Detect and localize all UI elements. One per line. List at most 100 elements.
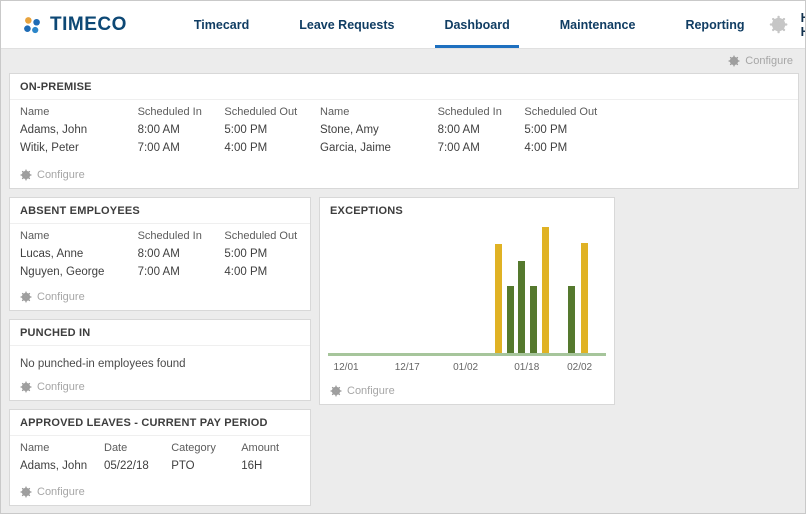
configure-link[interactable]: Configure [20,169,85,181]
scheduled-in-value: 7:00 AM [137,266,180,278]
configure-link[interactable]: Configure [20,486,85,498]
configure-link[interactable]: Configure [20,291,85,303]
employee-name-link[interactable]: Lucas, Anne [20,245,138,263]
table-row: Lucas, Anne 8:00 AM 5:00 PM [10,245,310,263]
panel-on-premise: ON-PREMISE Name Scheduled In Scheduled O… [9,73,799,189]
axis-tick-label: 01/02 [453,362,479,373]
scheduled-in-value: 7:00 AM [437,142,480,154]
scheduled-out-value: 4:00 PM [224,266,268,278]
panel-title: ON-PREMISE [10,74,798,100]
gear-icon [20,381,32,393]
exception-bar [580,242,588,353]
panel-title: ABSENT EMPLOYEES [10,198,310,224]
table-row: Witik, Peter 7:00 AM 4:00 PM [10,139,310,157]
axis-tick-label: 12/17 [394,362,420,373]
exception-bar [542,227,550,353]
employee-name-link[interactable]: Witik, Peter [20,139,138,157]
brand-logo[interactable]: TIMECO [21,14,127,36]
user-menu[interactable]: Hannah HR [801,11,805,39]
panel-title: APPROVED LEAVES - CURRENT PAY PERIOD [10,410,310,436]
employee-name-link[interactable]: Adams, John [20,121,138,139]
on-premise-left-group: Name Scheduled In Scheduled Out Adams, J… [10,100,310,157]
col-name: Name [20,442,50,454]
col-scheduled-in: Scheduled In [137,230,202,242]
col-category: Category [171,442,216,454]
exception-bar [507,286,515,353]
configure-link[interactable]: Configure [20,381,85,393]
scheduled-in-value: 7:00 AM [137,142,180,154]
scheduled-out-value: 5:00 PM [224,248,268,260]
on-premise-right-group: Name Scheduled In Scheduled Out Stone, A… [310,100,610,157]
panel-exceptions: EXCEPTIONS 12/01 12/17 01/02 01/18 02/02 Con… [319,197,615,405]
leave-category-link[interactable]: PTO [171,457,241,475]
scheduled-in-value: 8:00 AM [437,124,480,136]
gear-icon [20,169,32,181]
configure-label: Configure [347,385,395,397]
exception-bar [494,244,502,353]
col-scheduled-out: Scheduled Out [524,106,598,118]
settings-gear-icon[interactable] [769,12,788,37]
nav-item-dashboard[interactable]: Dashboard [419,2,534,48]
brand-name: TIMECO [50,13,127,35]
axis-tick-label: 12/01 [333,362,359,373]
configure-label: Configure [37,291,85,303]
panel-punched-in: PUNCHED IN No punched-in employees found… [9,319,311,401]
panel-title: PUNCHED IN [10,320,310,346]
nav-item-timecard[interactable]: Timecard [169,2,274,48]
leave-date-link[interactable]: 05/22/18 [104,457,171,475]
scheduled-in-value: 8:00 AM [137,124,180,136]
col-name: Name [320,106,350,118]
scheduled-out-value: 4:00 PM [224,142,268,154]
gear-icon [20,486,32,498]
panel-approved-leaves: APPROVED LEAVES - CURRENT PAY PERIOD Nam… [9,409,311,506]
top-navbar: TIMECO Timecard Leave Requests Dashboard… [1,1,805,49]
col-scheduled-in: Scheduled In [137,106,202,118]
exceptions-x-axis: 12/01 12/17 01/02 01/18 02/02 [328,362,606,376]
scheduled-in-value: 8:00 AM [137,248,180,260]
nav-item-reporting[interactable]: Reporting [660,2,769,48]
employee-name-link[interactable]: Stone, Amy [320,121,438,139]
table-row: Nguyen, George 7:00 AM 4:00 PM [10,263,310,281]
panel-title: EXCEPTIONS [330,205,403,217]
exception-bar [568,286,576,353]
app-window: TIMECO Timecard Leave Requests Dashboard… [0,0,806,514]
nav-item-maintenance[interactable]: Maintenance [535,2,661,48]
nav-item-leave-requests[interactable]: Leave Requests [274,2,419,48]
configure-label: Configure [37,169,85,181]
configure-label: Configure [37,381,85,393]
configure-link[interactable]: Configure [330,385,395,397]
table-row: Adams, John 05/22/18 PTO 16H [10,457,310,475]
configure-label: Configure [37,486,85,498]
scheduled-out-value: 5:00 PM [224,124,268,136]
col-scheduled-out: Scheduled Out [224,106,298,118]
exceptions-plot [328,222,606,356]
col-name: Name [20,230,50,242]
timeco-pinwheel-icon [24,16,40,33]
navbar-right: Hannah HR [769,11,805,39]
configure-label: Configure [745,55,793,67]
axis-tick-label: 02/02 [567,362,593,373]
col-amount: Amount [241,442,280,454]
on-premise-table: Name Scheduled In Scheduled Out Adams, J… [10,100,798,157]
axis-tick-label: 01/18 [514,362,540,373]
table-header-row: Name Date Category Amount [10,436,310,457]
employee-name-link[interactable]: Nguyen, George [20,263,138,281]
table-row: Adams, John 8:00 AM 5:00 PM [10,121,310,139]
page-configure-link[interactable]: Configure [728,55,793,67]
col-scheduled-out: Scheduled Out [224,230,298,242]
gear-icon [728,55,740,67]
main-nav: Timecard Leave Requests Dashboard Mainte… [169,2,770,48]
col-date: Date [104,442,128,454]
scheduled-out-value: 5:00 PM [524,124,568,136]
gear-icon [20,291,32,303]
leave-amount-link[interactable]: 16H [241,457,300,475]
col-scheduled-in: Scheduled In [437,106,502,118]
panel-absent-employees: ABSENT EMPLOYEES Name Scheduled In Sched… [9,197,311,311]
table-row: Stone, Amy 8:00 AM 5:00 PM [310,121,610,139]
exception-bar [518,261,526,353]
table-header-row: Name Scheduled In Scheduled Out [310,100,610,121]
table-header-row: Name Scheduled In Scheduled Out [10,224,310,245]
employee-name-link[interactable]: Garcia, Jaime [320,139,438,157]
employee-name-link[interactable]: Adams, John [20,457,104,475]
gear-icon [330,385,342,397]
